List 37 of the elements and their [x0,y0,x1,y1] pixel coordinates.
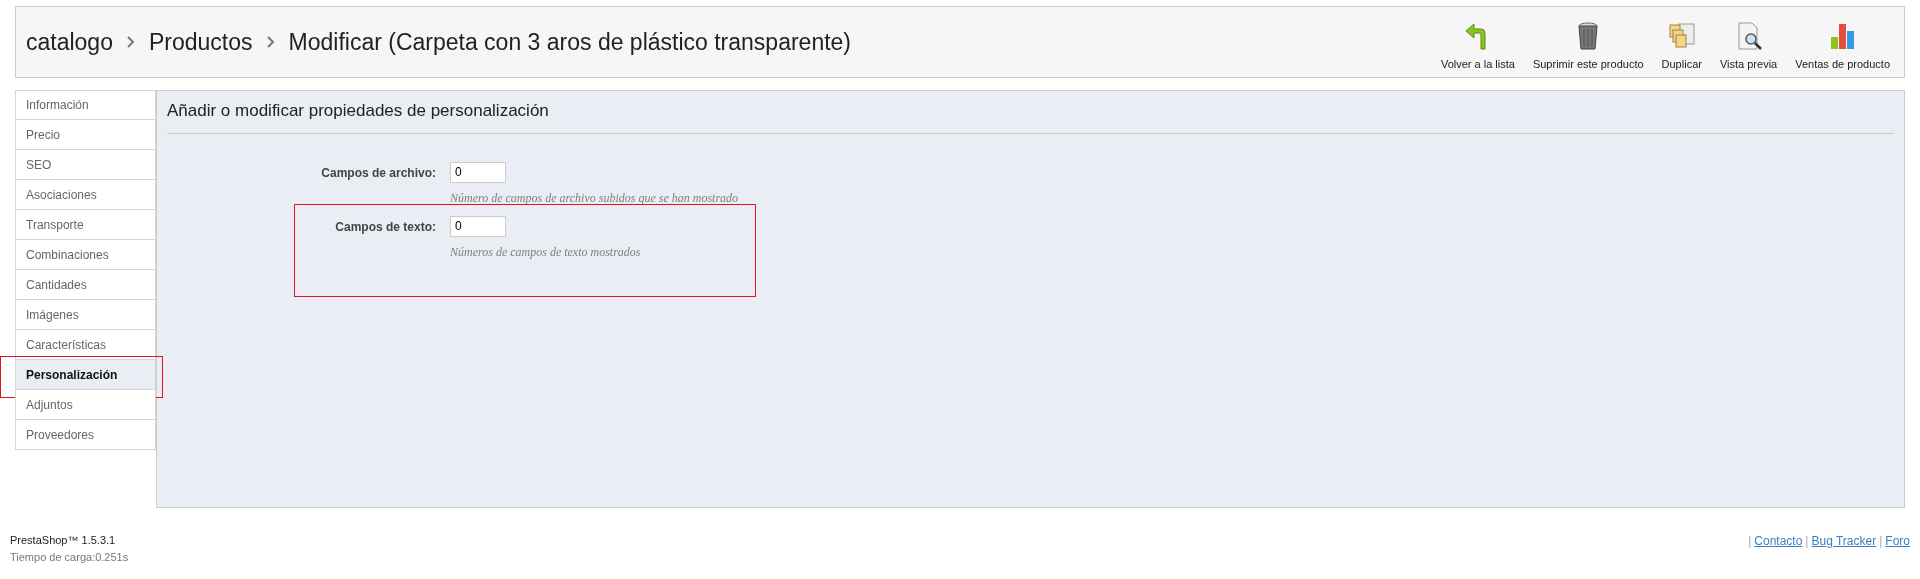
chevron-right-icon [126,36,135,48]
field-label: Campos de texto: [334,218,437,236]
breadcrumb[interactable]: Productos [148,24,253,60]
sidebar-tab[interactable]: Adjuntos [15,390,156,420]
sidebar-tab[interactable]: Precio [15,120,156,150]
footer-link[interactable]: Foro [1885,532,1910,550]
footer-link[interactable]: Contacto [1754,532,1803,550]
separator: | [1879,533,1883,550]
field-label: Campos de archivo: [320,164,437,182]
field-hint: Número de campos de archivo subidos que se han mostrado [450,189,739,207]
number-input[interactable]: 0 [450,161,506,183]
chevron-right-icon [266,36,275,48]
sidebar-tab[interactable]: Cantidades [15,270,156,300]
sidebar-tab[interactable]: Combinaciones [15,240,156,270]
toolbar-button[interactable]: Volver a la lista [1438,21,1517,73]
breadcrumb[interactable]: catalogo [26,24,113,60]
field-hint: Números de campos de texto mostrados [450,243,641,261]
sidebar-tab[interactable]: Proveedores [15,420,156,450]
toolbar-button[interactable]: Vista previa [1717,21,1780,73]
panel-title: Añadir o modificar propiedades de personalización [167,91,1894,134]
toolbar-button[interactable]: Suprimir este producto [1530,21,1646,73]
sidebar-tab[interactable]: Personalización [15,360,156,390]
separator: | [1805,533,1809,550]
load-time-text: Tiempo de carga:0.251s [10,549,129,565]
breadcrumb: Modificar (Carpeta con 3 aros de plástico transparente) [288,27,852,57]
footer-link[interactable]: Bug Tracker [1811,532,1877,550]
separator: | [1748,533,1752,550]
toolbar-button[interactable]: Duplicar [1659,21,1704,73]
sidebar-tab[interactable]: SEO [15,150,156,180]
sidebar-tab[interactable]: Información [15,90,156,120]
sidebar-tab[interactable]: Imágenes [15,300,156,330]
sidebar-tab[interactable]: Características [15,330,156,360]
toolbar-button[interactable]: Ventas de producto [1793,21,1892,73]
version-text: PrestaShop™ 1.5.3.1 [10,533,117,548]
sidebar-tab[interactable]: Transporte [15,210,156,240]
number-input[interactable]: 0 [450,215,506,237]
sidebar-tab[interactable]: Asociaciones [15,180,156,210]
